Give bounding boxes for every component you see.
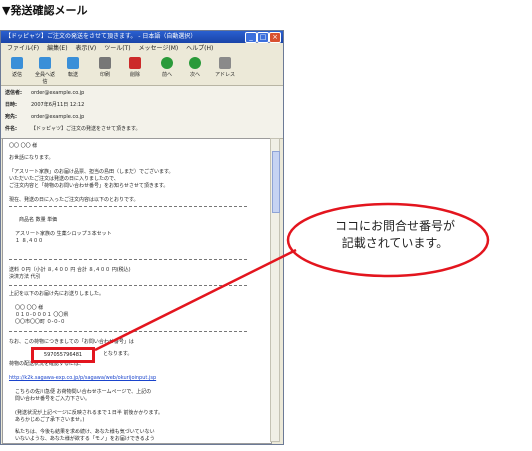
callout-pointer <box>94 248 297 352</box>
callout-line-2: 記載されています。 <box>341 236 449 250</box>
callout-text: ココにお問合せ番号が 記載されています。 <box>300 218 490 252</box>
callout-line-1: ココにお問合せ番号が <box>334 219 455 233</box>
